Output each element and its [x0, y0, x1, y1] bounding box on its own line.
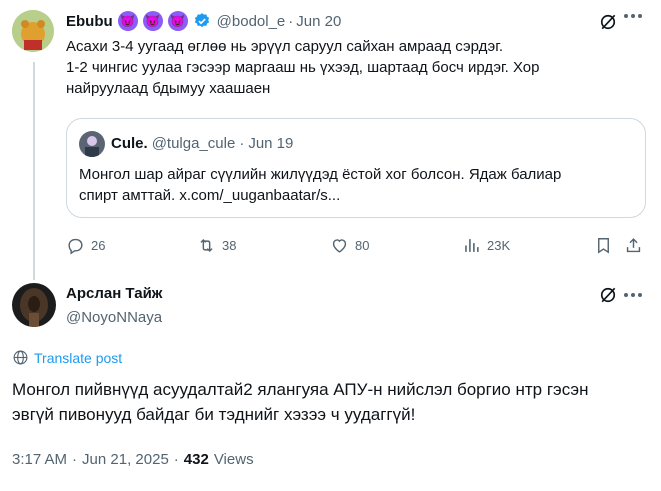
bookmark-icon: [598, 238, 609, 254]
like-button[interactable]: 80: [330, 236, 369, 255]
separator: ·: [288, 12, 294, 30]
translate-label: Translate post: [34, 349, 123, 366]
verified-badge-icon: [194, 13, 209, 28]
tweet2-text: Монгол пийвнүүд асуудалтай2 ялангуяа АПУ…: [12, 377, 588, 427]
views-button[interactable]: 23K: [462, 236, 510, 255]
quote-text-line: спирт амттай. x.com/_uuganbaatar/s...: [79, 187, 341, 204]
post-meta: 3:17 AM · Jun 21, 2025 · 432 Views: [12, 451, 254, 468]
views-label: Views: [213, 451, 254, 468]
like-count: 80: [355, 238, 370, 253]
more-options-icon[interactable]: [624, 14, 642, 18]
devil-emoji-icon: 😈: [142, 11, 163, 31]
devil-emoji-icon: 😈: [117, 11, 138, 31]
globe-icon: [13, 350, 28, 365]
quote-date: Jun 19: [248, 135, 294, 152]
tweet-text-line: Асахи 3-4 уугаад өглөө нь эрүүл саруул с…: [66, 38, 504, 55]
grok-icon[interactable]: [598, 285, 618, 310]
repost-button[interactable]: 38: [197, 236, 236, 255]
views-bar-chart-icon: [465, 239, 479, 252]
quote-header: Cule. @tulga_cule · Jun 19: [111, 135, 293, 152]
grok-icon[interactable]: [598, 12, 618, 37]
repost-icon: [200, 238, 213, 253]
separator: ·: [72, 451, 78, 468]
quote-display-name: Cule.: [111, 135, 148, 152]
quote-avatar-icon: [79, 131, 105, 157]
quote-text: Монгол шар айраг сүүлийн жилүүдэд ёстой …: [79, 164, 561, 206]
repost-count: 38: [222, 238, 237, 253]
more-options-icon[interactable]: [624, 293, 642, 297]
avatar-bear-icon: [12, 10, 54, 52]
handle[interactable]: @NoyoNNaya: [66, 309, 162, 326]
avatar[interactable]: [12, 283, 56, 327]
post-date[interactable]: Jun 21, 2025: [82, 451, 169, 468]
avatar-portrait-icon: [12, 283, 56, 327]
post-date[interactable]: Jun 20: [296, 13, 341, 30]
display-name[interactable]: Ebubu: [66, 13, 113, 30]
avatar[interactable]: [12, 10, 54, 52]
tweet-text-line: 1-2 чингис уулаа гэсээр маргааш нь үхээд…: [66, 59, 540, 76]
translate-post-link[interactable]: Translate post: [12, 349, 122, 366]
avatar: [79, 131, 105, 157]
heart-icon: [332, 239, 347, 253]
quoted-tweet[interactable]: Cule. @tulga_cule · Jun 19 Монгол шар ай…: [66, 118, 646, 218]
share-button[interactable]: [624, 236, 643, 260]
separator: ·: [173, 451, 179, 468]
separator: ·: [239, 135, 245, 152]
post-time[interactable]: 3:17 AM: [12, 451, 67, 468]
tweet-text-line: найруулаад бдымуу хаашаен: [66, 80, 271, 97]
devil-emoji-icon: 😈: [167, 11, 188, 31]
handle[interactable]: @bodol_e: [217, 13, 286, 30]
reply-button[interactable]: 26: [66, 236, 105, 255]
reply-count: 26: [91, 238, 106, 253]
thread-connector-line: [33, 62, 35, 280]
display-name[interactable]: Арслан Тайж: [66, 285, 162, 302]
bookmark-button[interactable]: [594, 236, 613, 260]
reply-icon: [68, 238, 83, 255]
tweet-text-line: Монгол пийвнүүд асуудалтай2 ялангуяа АПУ…: [12, 380, 589, 399]
views-count: 23K: [487, 238, 511, 253]
share-icon: [626, 238, 641, 253]
tweet1-text: Асахи 3-4 уугаад өглөө нь эрүүл саруул с…: [66, 36, 651, 99]
tweet1-header: Ebubu 😈 😈 😈 @bodol_e · Jun 20: [66, 10, 341, 32]
quote-handle: @tulga_cule: [151, 135, 236, 152]
views-count: 432: [183, 451, 209, 468]
tweet-text-line: эвгүй пивонууд байдаг би тэднийг хэзээ ч…: [12, 405, 416, 424]
quote-text-line: Монгол шар айраг сүүлийн жилүүдэд ёстой …: [79, 166, 562, 183]
